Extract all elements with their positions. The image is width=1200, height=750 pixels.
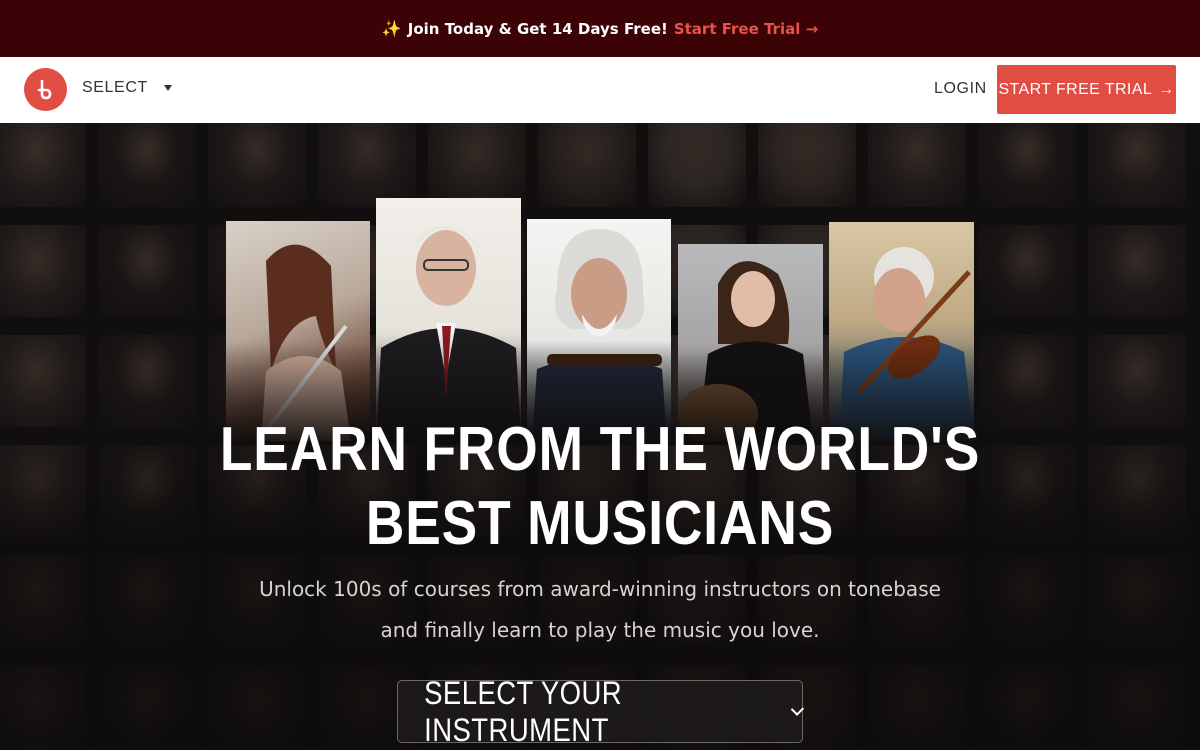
instructor-portrait-guitarist (678, 244, 823, 441)
chevron-down-icon (791, 701, 805, 716)
hero-headline-line1: LEARN FROM THE WORLD'S (219, 415, 981, 484)
instructor-portrait-violinist (829, 222, 974, 441)
hero-headline: LEARN FROM THE WORLD'S BEST MUSICIANS (84, 413, 1116, 561)
promo-trial-link[interactable]: Start Free Trial → (674, 20, 818, 38)
hero-subtext: Unlock 100s of courses from award-winnin… (0, 569, 1200, 651)
sparkles-icon: ✨ (381, 19, 402, 38)
hero-subtext-line2: and finally learn to play the music you … (380, 618, 820, 642)
arrow-right-icon: → (1158, 80, 1175, 98)
cta-label: START FREE TRIAL (998, 80, 1153, 98)
select-instrument-dropdown[interactable]: SELECT YOUR INSTRUMENT (397, 675, 805, 748)
hero-section: LEARN FROM THE WORLD'S BEST MUSICIANS Un… (0, 123, 1200, 750)
instructor-portrait-pianist (376, 198, 521, 441)
hero-headline-line2: BEST MUSICIANS (365, 489, 835, 558)
select-menu-label: SELECT (82, 79, 148, 96)
select-instrument-label: SELECT YOUR INSTRUMENT (424, 674, 623, 748)
hero-subtext-line1: Unlock 100s of courses from award-winnin… (259, 577, 941, 601)
instructor-portrait-violist (527, 219, 671, 441)
instructor-portrait-flutist (226, 221, 370, 441)
login-link[interactable]: LOGIN (934, 80, 987, 98)
start-free-trial-button[interactable]: START FREE TRIAL → (997, 65, 1176, 114)
promo-banner: ✨ Join Today & Get 14 Days Free! Start F… (0, 0, 1200, 57)
promo-text: Join Today & Get 14 Days Free! (407, 19, 668, 38)
select-menu[interactable]: SELECT (82, 79, 172, 97)
caret-down-icon (163, 85, 172, 91)
tonebase-logo-icon[interactable] (24, 68, 67, 111)
